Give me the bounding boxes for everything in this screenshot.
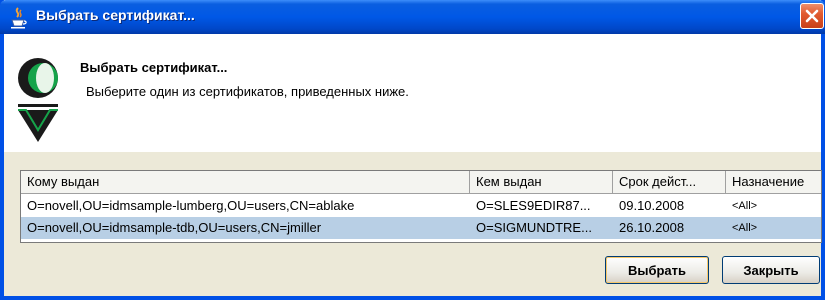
- cell-expiry: 09.10.2008: [619, 198, 685, 213]
- java-icon: [8, 7, 28, 29]
- header-panel: Выбрать сертификат... Выберите один из с…: [4, 34, 821, 152]
- cell-purpose: <All>: [732, 200, 758, 212]
- certificate-logo-icon: [12, 56, 64, 144]
- title-bar[interactable]: Выбрать сертификат...: [0, 0, 825, 34]
- close-icon: [805, 9, 819, 23]
- column-header-expiry[interactable]: Срок дейст...: [613, 171, 726, 194]
- close-window-button[interactable]: [800, 3, 824, 29]
- close-button[interactable]: Закрыть: [722, 256, 820, 284]
- table-row[interactable]: O=novell,OU=idmsample-lumberg,OU=users,C…: [21, 195, 821, 217]
- table-header: Кому выдан Кем выдан Срок дейст... Назна…: [21, 171, 821, 194]
- select-button[interactable]: Выбрать: [605, 256, 709, 284]
- cell-purpose: <All>: [732, 222, 758, 234]
- cell-issued-by: O=SIGMUNDTRE...: [476, 220, 592, 235]
- cell-issued-to: O=novell,OU=idmsample-lumberg,OU=users,C…: [27, 198, 355, 213]
- window-title: Выбрать сертификат...: [36, 7, 195, 23]
- cell-issued-to: O=novell,OU=idmsample-tdb,OU=users,CN=jm…: [27, 220, 322, 235]
- header-description: Выберите один из сертификатов, приведенн…: [86, 84, 409, 99]
- column-header-issued-to[interactable]: Кому выдан: [21, 171, 470, 194]
- certificate-dialog: Выбрать сертификат... Выбрать сертификат…: [0, 0, 825, 300]
- table-row-selected[interactable]: O=novell,OU=idmsample-tdb,OU=users,CN=jm…: [21, 217, 821, 239]
- cell-issued-by: O=SLES9EDIR87...: [476, 198, 591, 213]
- cell-expiry: 26.10.2008: [619, 220, 685, 235]
- column-header-issued-by[interactable]: Кем выдан: [470, 171, 613, 194]
- certificate-table[interactable]: Кому выдан Кем выдан Срок дейст... Назна…: [20, 170, 822, 243]
- column-header-purpose[interactable]: Назначение: [726, 171, 821, 194]
- header-title: Выбрать сертификат...: [80, 60, 228, 75]
